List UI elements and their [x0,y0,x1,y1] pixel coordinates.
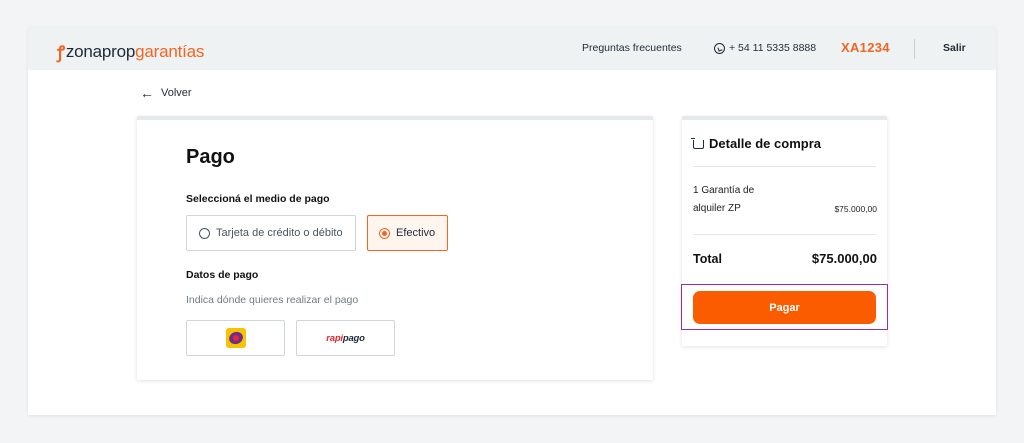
purchase-detail-title: Detalle de compra [691,136,821,151]
logout-link[interactable]: Salir [943,42,966,54]
navbar-divider [914,39,915,59]
radio-selected-icon [379,227,390,239]
whatsapp-phone-link[interactable]: + 54 11 5335 8888 [714,42,816,54]
pagofacil-logo-icon [225,328,246,348]
total-label: Total [693,252,722,266]
payment-data-label: Datos de pago [186,269,259,281]
rapipago-logo: rapipago [326,332,365,344]
whatsapp-icon [714,42,725,54]
option-credit-debit-card[interactable]: Tarjeta de crédito o débito [186,215,356,251]
page-title: Pago [186,146,235,168]
logo-text-accent: garantías [135,41,205,61]
divider [693,166,876,167]
user-code[interactable]: XA1234 [841,40,890,55]
zonaprop-garantias-logo[interactable]: ꝭ zonaprop garantías [57,40,204,63]
item-price: $75.000,00 [834,204,877,214]
back-arrow-icon: ← [140,84,154,101]
pagofacil-option[interactable] [186,320,285,356]
phone-number: + 54 11 5335 8888 [729,42,817,54]
option-label: Tarjeta de crédito o débito [216,227,343,239]
option-label: Efectivo [396,227,436,239]
total-value: $75.000,00 [811,251,877,266]
radio-icon [199,227,210,239]
back-label: Volver [161,87,192,99]
divider [693,234,876,235]
payment-hint: Indica dónde quieres realizar el pago [186,294,359,306]
rapipago-option[interactable]: rapipago [296,320,395,356]
logo-pin-icon: ꝭ [57,43,65,62]
back-link[interactable]: ← Volver [140,84,192,101]
option-cash[interactable]: Efectivo [367,215,448,251]
item-name: 1 Garantía de alquiler ZP [693,185,755,214]
faq-link[interactable]: Preguntas frecuentes [582,42,682,54]
payment-method-label: Seleccioná el medio de pago [186,193,330,205]
cart-icon [691,138,704,149]
purchase-detail-heading: Detalle de compra [709,136,821,151]
top-navbar: ꝭ zonaprop garantías Preguntas frecuente… [28,27,996,70]
app-frame: ꝭ zonaprop garantías Preguntas frecuente… [28,27,996,415]
payment-card: Pago Seleccioná el medio de pago Tarjeta… [137,116,653,380]
pay-button[interactable]: Pagar [693,291,876,324]
logo-text-main: zonaprop [65,41,136,61]
